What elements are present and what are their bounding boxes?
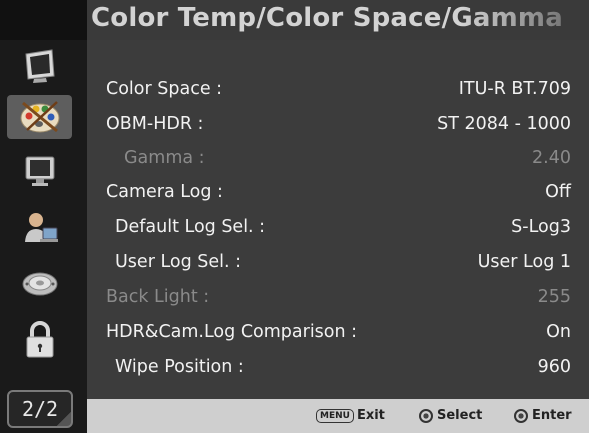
setting-value: Off — [545, 182, 571, 202]
setting-value: 2.40 — [532, 148, 571, 168]
setting-label: Camera Log : — [106, 182, 223, 202]
exit-label: Exit — [356, 408, 385, 423]
page-indicator: 2/2 — [7, 390, 73, 428]
setting-wipe-position[interactable]: Wipe Position : 960 — [87, 350, 571, 384]
sidebar-top — [0, 0, 87, 40]
sidebar-item-color[interactable] — [7, 95, 72, 139]
setting-value: ST 2084 - 1000 — [437, 114, 571, 134]
menu-key-icon: MENU — [316, 408, 354, 423]
setting-label: User Log Sel. : — [115, 252, 242, 272]
palette-icon — [20, 101, 59, 133]
setting-value: 255 — [537, 287, 571, 307]
setting-label: OBM-HDR : — [106, 114, 204, 134]
footer-exit-hint: MENU Exit — [316, 408, 385, 423]
sidebar-item-monitor[interactable] — [7, 148, 72, 192]
setting-value: S-Log3 — [511, 217, 571, 237]
page-title: Color Temp/Color Space/Gamma — [91, 3, 563, 33]
setting-label: Gamma : — [124, 148, 205, 168]
setting-label: Color Space : — [106, 79, 223, 99]
display-icon — [24, 49, 55, 83]
setting-value: ITU-R BT.709 — [458, 79, 571, 99]
footer-select-hint: Select — [419, 408, 482, 423]
footer-hint-bar: MENU Exit Select Enter — [87, 399, 589, 433]
sidebar-item-display[interactable] — [7, 43, 72, 87]
enter-label: Enter — [532, 408, 572, 423]
select-label: Select — [437, 408, 483, 423]
setting-default-log[interactable]: Default Log Sel. : S-Log3 — [87, 210, 571, 244]
setting-label: Back Light : — [106, 287, 210, 307]
setting-label: Default Log Sel. : — [115, 217, 266, 237]
push-dial-icon — [514, 408, 528, 423]
setting-value: 960 — [537, 357, 571, 377]
sidebar-item-lock[interactable] — [7, 318, 72, 362]
user-icon — [24, 213, 58, 242]
setting-user-log[interactable]: User Log Sel. : User Log 1 — [87, 245, 571, 279]
sidebar: 2/2 — [0, 0, 87, 433]
setting-gamma: Gamma : 2.40 — [87, 141, 571, 175]
setting-hdr-comparison[interactable]: HDR&Cam.Log Comparison : On — [87, 315, 571, 349]
footer-enter-hint: Enter — [514, 408, 572, 423]
setting-camera-log[interactable]: Camera Log : Off — [87, 175, 571, 209]
setting-obm-hdr[interactable]: OBM-HDR : ST 2084 - 1000 — [87, 107, 571, 141]
setting-label: HDR&Cam.Log Comparison : — [106, 322, 358, 342]
setting-value: User Log 1 — [477, 252, 571, 272]
sidebar-item-dial[interactable] — [7, 262, 72, 306]
monitor-icon — [25, 156, 54, 186]
lock-icon — [26, 321, 53, 358]
sidebar-item-user[interactable] — [7, 206, 72, 250]
setting-color-space[interactable]: Color Space : ITU-R BT.709 — [87, 72, 571, 106]
dial-icon — [22, 272, 57, 296]
jog-dial-icon — [419, 408, 433, 423]
setting-label: Wipe Position : — [115, 357, 244, 377]
setting-back-light: Back Light : 255 — [87, 280, 571, 314]
setting-value: On — [546, 322, 571, 342]
